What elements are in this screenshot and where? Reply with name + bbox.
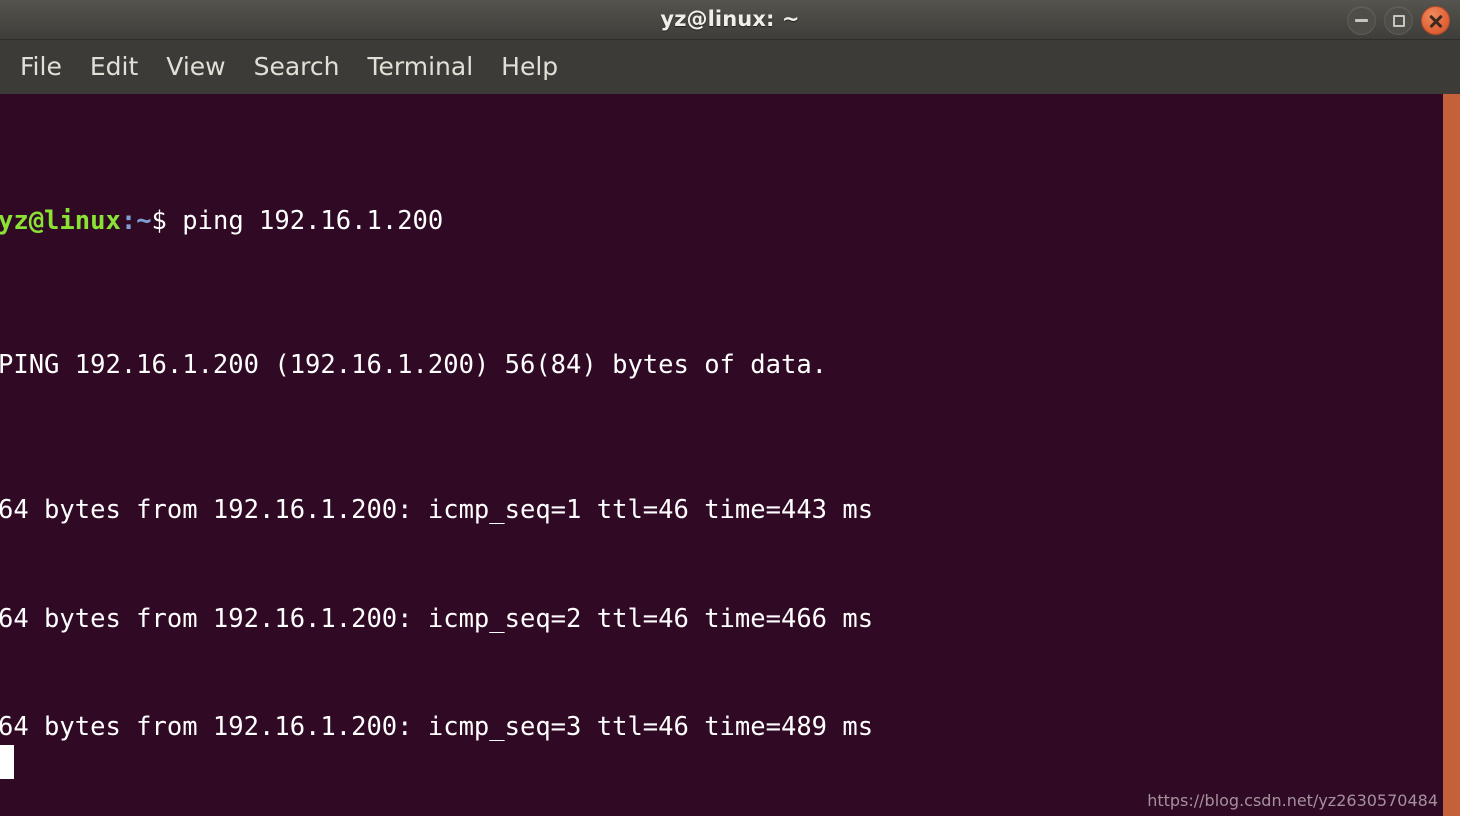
menu-item-file[interactable]: File <box>6 50 76 84</box>
prompt-user-host: yz@linux <box>0 205 121 236</box>
menu-item-edit[interactable]: Edit <box>76 50 152 84</box>
maximize-button[interactable] <box>1384 6 1413 35</box>
prompt-colon: : <box>120 205 137 236</box>
prompt-sigil: $ <box>151 205 167 236</box>
menu-bar: File Edit View Search Terminal Help <box>0 40 1460 94</box>
terminal-cursor <box>0 745 14 779</box>
terminal-text: yz@linux:~$ ping 192.16.1.200 PING 192.1… <box>0 94 888 816</box>
menu-item-search[interactable]: Search <box>240 50 354 84</box>
minimize-button[interactable] <box>1347 6 1376 35</box>
window-title: yz@linux: ~ <box>660 7 800 31</box>
close-icon <box>1429 14 1443 28</box>
prompt-path: ~ <box>136 205 152 236</box>
terminal-output-area[interactable]: yz@linux:~$ ping 192.16.1.200 PING 192.1… <box>0 94 1460 816</box>
terminal-prompt-line: yz@linux:~$ ping 192.16.1.200 <box>0 203 888 239</box>
menu-item-help[interactable]: Help <box>487 50 572 84</box>
prompt-command: ping 192.16.1.200 <box>166 205 444 236</box>
scrollbar-thumb[interactable] <box>1443 94 1460 816</box>
ping-reply-line: 64 bytes from 192.16.1.200: icmp_seq=1 t… <box>0 495 874 526</box>
ping-reply-line: 64 bytes from 192.16.1.200: icmp_seq=3 t… <box>0 712 874 743</box>
terminal-scrollbar[interactable] <box>1443 94 1460 816</box>
ping-reply-line: 64 bytes from 192.16.1.200: icmp_seq=2 t… <box>0 603 874 634</box>
maximize-icon <box>1392 14 1405 27</box>
minimize-icon <box>1355 19 1368 22</box>
menu-item-view[interactable]: View <box>152 50 239 84</box>
menu-item-terminal[interactable]: Terminal <box>353 50 487 84</box>
window-controls <box>1347 6 1450 35</box>
title-bar[interactable]: yz@linux: ~ <box>0 0 1460 40</box>
terminal-window: yz@linux: ~ File Edit View Search Termin… <box>0 0 1460 816</box>
ping-header-line: PING 192.16.1.200 (192.16.1.200) 56(84) … <box>0 350 828 381</box>
close-button[interactable] <box>1421 6 1450 35</box>
watermark-text: https://blog.csdn.net/yz2630570484 <box>1147 791 1438 810</box>
